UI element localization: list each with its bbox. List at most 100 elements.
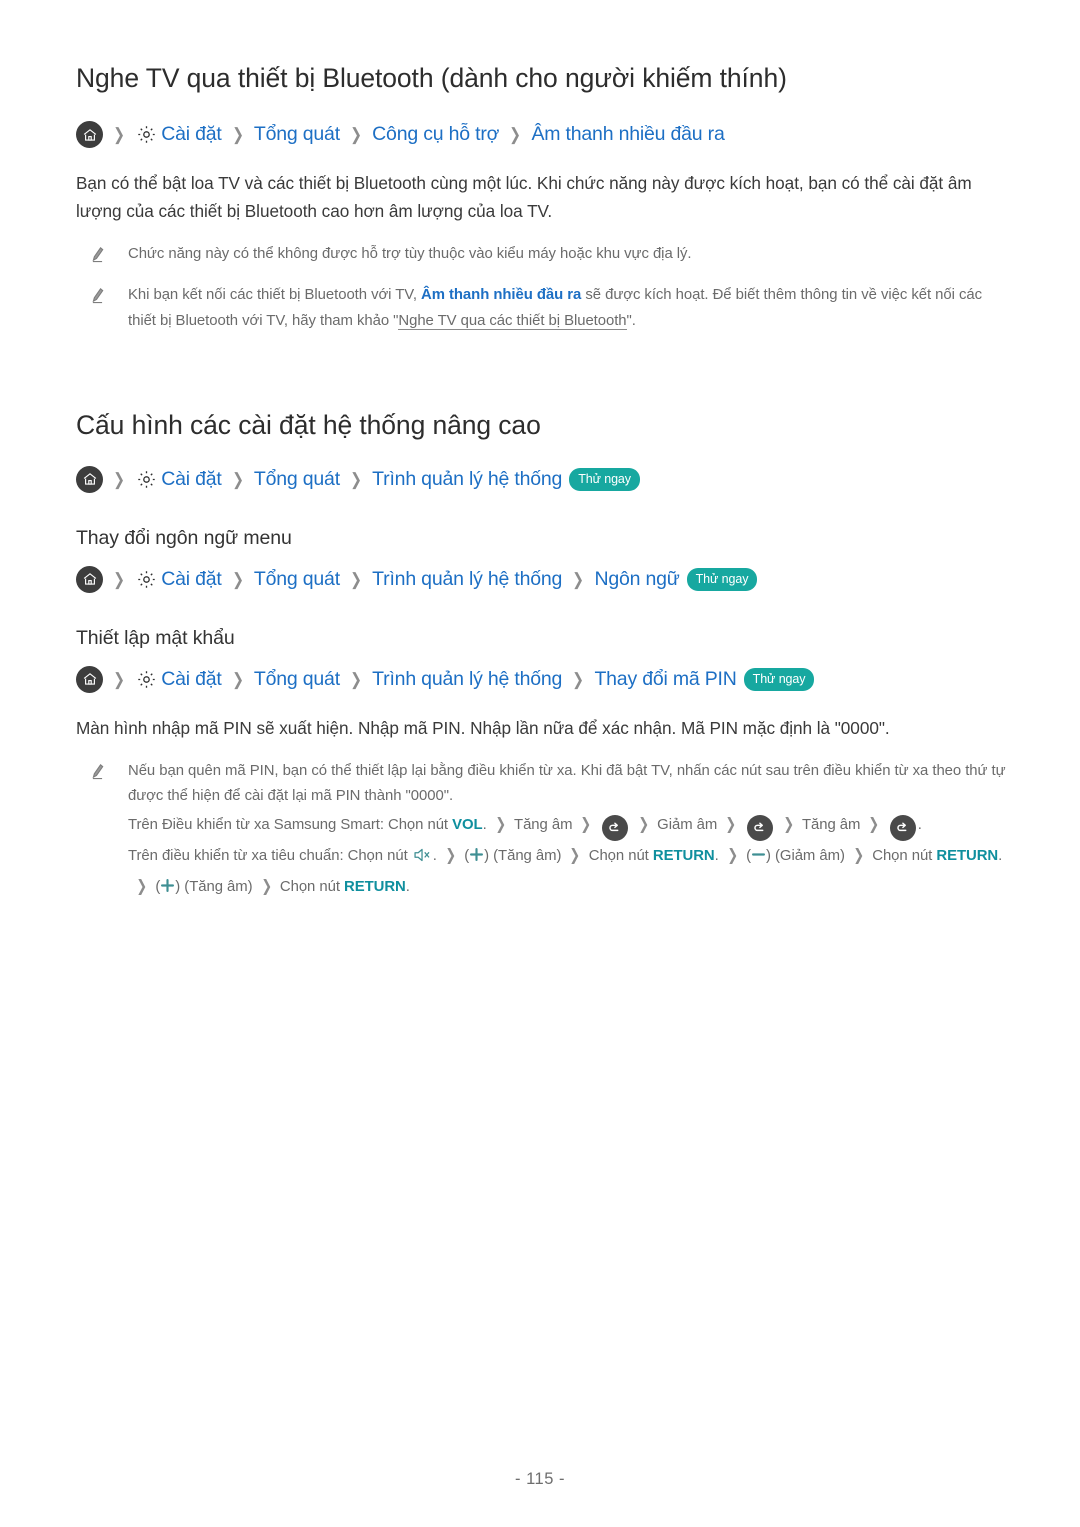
step-arrow: ❯	[725, 815, 737, 833]
note-link[interactable]: Âm thanh nhiều đầu ra	[421, 287, 581, 303]
step-volume-down: Giảm âm	[657, 816, 718, 833]
breadcrumb-item-thay-doi-ma-pin[interactable]: Thay đổi mã PIN	[594, 669, 736, 690]
home-icon[interactable]	[76, 565, 103, 593]
mute-icon[interactable]	[413, 847, 432, 863]
breadcrumb-item-trinh-quan-ly-he-thong[interactable]: Trình quản lý hệ thống	[372, 569, 562, 590]
step-arrow: ❯	[727, 847, 738, 865]
section2-title: Cấu hình các cài đặt hệ thống nâng cao	[76, 409, 541, 440]
try-now-badge[interactable]: Thử ngay	[743, 667, 815, 692]
gear-icon[interactable]	[135, 668, 157, 690]
breadcrumb-separator: ❯	[572, 669, 585, 689]
return-icon[interactable]	[889, 815, 916, 842]
gear-icon[interactable]	[135, 468, 157, 490]
vol-key: VOL	[452, 816, 483, 833]
breadcrumb-section1: ❯ Cài đặt ❯ Tổng quát ❯ Công cụ hỗ trợ ❯…	[76, 121, 1020, 149]
breadcrumb-item-cai-dat[interactable]: Cài đặt	[161, 124, 222, 145]
breadcrumb-item-trinh-quan-ly-he-thong[interactable]: Trình quản lý hệ thống	[372, 669, 562, 690]
breadcrumb-separator: ❯	[113, 669, 125, 689]
note-prefix: Khi bạn kết nối các thiết bị Bluetooth v…	[128, 287, 421, 304]
plus-icon[interactable]	[469, 847, 484, 862]
return-icon[interactable]	[746, 815, 773, 842]
subsection-title-password: Thiết lập mật khẩu	[76, 626, 235, 649]
paren-close: )	[765, 848, 771, 865]
breadcrumb-language: ❯ Cài đặt ❯ Tổng quát ❯ Trình quản lý hệ…	[76, 565, 1020, 593]
document-page: Nghe TV qua thiết bị Bluetooth (dành cho…	[0, 0, 1080, 1527]
note-item-pin-reset: Nếu bạn quên mã PIN, bạn có thể thiết lậ…	[76, 759, 1020, 903]
breadcrumb-item-am-thanh-nhieu-dau-ra[interactable]: Âm thanh nhiều đầu ra	[531, 124, 724, 145]
section1-paragraph: Bạn có thể bật loa TV và các thiết bị Bl…	[76, 173, 972, 221]
gear-icon[interactable]	[135, 124, 157, 146]
breadcrumb-separator: ❯	[231, 469, 244, 489]
note-item: Chức năng này có thể không được hỗ trợ t…	[76, 242, 1020, 268]
page-number: - 115 -	[515, 1470, 565, 1488]
volume-up-label: (Tăng âm)	[493, 848, 562, 865]
step-arrow: ❯	[569, 847, 581, 865]
breadcrumb-item-tong-quat[interactable]: Tổng quát	[254, 469, 340, 490]
volume-up-label-2: (Tăng âm)	[184, 878, 253, 895]
standard-remote-lead: Trên điều khiển từ xa tiêu chuẩn: Chọn n…	[128, 848, 412, 865]
breadcrumb-item-trinh-quan-ly-he-thong[interactable]: Trình quản lý hệ thống	[372, 469, 562, 490]
breadcrumb-separator: ❯	[350, 125, 362, 145]
subsection-title-language: Thay đổi ngôn ngữ menu	[76, 526, 292, 549]
return-key: RETURN	[652, 848, 715, 865]
minus-icon[interactable]	[751, 847, 766, 862]
breadcrumb-item-cai-dat[interactable]: Cài đặt	[161, 569, 222, 590]
breadcrumb-separator: ❯	[231, 669, 244, 689]
breadcrumb-separator: ❯	[113, 125, 125, 145]
note-text-block: Nếu bạn quên mã PIN, bạn có thể thiết lậ…	[128, 759, 1008, 903]
step-arrow: ❯	[853, 847, 864, 865]
period: .	[405, 878, 410, 895]
standard-remote-sequence: Trên điều khiển từ xa tiêu chuẩn: Chọn n…	[128, 841, 1008, 902]
home-icon[interactable]	[76, 121, 103, 149]
pencil-icon	[90, 287, 107, 304]
home-icon[interactable]	[76, 665, 103, 693]
breadcrumb-separator: ❯	[231, 569, 244, 589]
breadcrumb-separator: ❯	[350, 669, 362, 689]
note-suffix: ".	[626, 313, 636, 330]
breadcrumb-section2: ❯ Cài đặt ❯ Tổng quát ❯ Trình quản lý hệ…	[76, 465, 1020, 493]
step-volume-up-2: Tăng âm	[801, 816, 861, 833]
step-arrow: ❯	[260, 877, 272, 895]
plus-icon[interactable]	[160, 878, 175, 893]
return-icon[interactable]	[601, 815, 628, 842]
breadcrumb-separator: ❯	[113, 569, 125, 589]
paren-close: )	[175, 878, 181, 895]
gear-icon[interactable]	[135, 568, 157, 590]
breadcrumb-item-tong-quat[interactable]: Tổng quát	[254, 569, 340, 590]
breadcrumb-item-tong-quat[interactable]: Tổng quát	[254, 669, 340, 690]
pin-reset-text: Nếu bạn quên mã PIN, bạn có thể thiết lậ…	[128, 762, 1006, 805]
breadcrumb-separator: ❯	[113, 469, 125, 489]
period: .	[998, 848, 1003, 865]
period: .	[714, 848, 719, 865]
note-item: Khi bạn kết nối các thiết bị Bluetooth v…	[76, 283, 1020, 334]
step-arrow: ❯	[495, 815, 506, 833]
step-arrow: ❯	[136, 877, 148, 895]
breadcrumb-item-cai-dat[interactable]: Cài đặt	[161, 669, 222, 690]
breadcrumb-separator: ❯	[231, 125, 244, 145]
note-text: Chức năng này có thể không được hỗ trợ t…	[128, 245, 692, 262]
try-now-badge[interactable]: Thử ngay	[686, 567, 758, 592]
breadcrumb-separator: ❯	[509, 125, 522, 145]
page-title: Nghe TV qua thiết bị Bluetooth (dành cho…	[76, 63, 787, 93]
try-now-badge[interactable]: Thử ngay	[569, 467, 640, 492]
step-arrow: ❯	[782, 815, 794, 833]
volume-down-label: (Giảm âm)	[775, 848, 845, 865]
note-reference-link[interactable]: Nghe TV qua các thiết bị Bluetooth	[398, 313, 627, 331]
home-icon[interactable]	[76, 465, 103, 493]
breadcrumb-item-cai-dat[interactable]: Cài đặt	[161, 469, 222, 490]
pencil-icon	[90, 763, 107, 780]
return-key: RETURN	[936, 848, 999, 865]
note-text: Khi bạn kết nối các thiết bị Bluetooth v…	[128, 283, 1008, 334]
step-arrow: ❯	[868, 815, 880, 833]
breadcrumb-item-tong-quat[interactable]: Tổng quát	[254, 124, 340, 145]
breadcrumb-item-cong-cu-ho-tro[interactable]: Công cụ hỗ trợ	[372, 124, 499, 145]
return-key: RETURN	[344, 878, 406, 895]
vol-period: .	[482, 816, 487, 833]
choose-label-2: Chọn nút	[872, 848, 937, 865]
choose-label-1: Chọn nút	[588, 848, 653, 865]
pencil-icon	[90, 246, 107, 263]
smart-remote-sequence: Trên Điều khiển từ xa Samsung Smart: Chọ…	[128, 810, 1008, 842]
step-arrow: ❯	[580, 815, 592, 833]
breadcrumb-item-ngon-ngu[interactable]: Ngôn ngữ	[594, 569, 679, 590]
step-arrow: ❯	[445, 847, 456, 865]
